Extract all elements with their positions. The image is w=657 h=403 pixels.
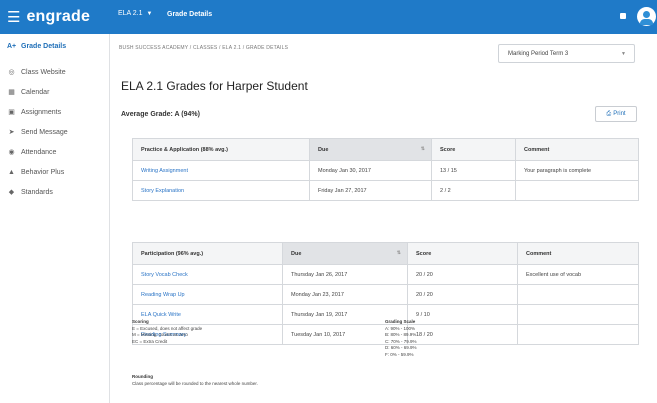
- comment: Your paragraph is complete: [515, 160, 639, 181]
- sidebar-item-class-website[interactable]: ◎ Class Website: [0, 64, 110, 80]
- page-header-title: Grade Details: [167, 11, 213, 18]
- printer-icon: ⎙: [606, 110, 612, 117]
- column-header-due[interactable]: Due ⇅: [309, 138, 432, 161]
- table-header-row: Practice & Application (88% avg.) Due ⇅ S…: [132, 138, 639, 161]
- column-header-score: Score: [431, 138, 516, 161]
- avatar-head: [643, 11, 650, 18]
- comment: [517, 304, 639, 325]
- behavior-icon: ▲: [8, 168, 15, 176]
- marking-period-select[interactable]: Marking Period Term 3 ▼: [498, 44, 635, 63]
- comment: [517, 324, 639, 345]
- score: 20 / 20: [407, 284, 518, 305]
- marking-period-value: Marking Period Term 3: [508, 50, 569, 57]
- chevron-down-icon: ▼: [621, 51, 626, 57]
- rounding-text: Class percentage will be rounded to the …: [132, 380, 258, 386]
- grading-scale-line: B: 80% - 89.9%: [385, 332, 417, 337]
- sidebar-item-label: Calendar: [21, 88, 50, 96]
- sidebar-item-label: Class Website: [21, 68, 66, 76]
- sidebar-item-grade-details[interactable]: A+ Grade Details: [0, 38, 110, 54]
- assignment-link[interactable]: Story Vocab Check: [132, 264, 283, 285]
- standards-icon: ◆: [8, 189, 15, 196]
- page-title: ELA 2.1 Grades for Harper Student: [121, 79, 308, 93]
- column-header-score: Score: [407, 242, 518, 265]
- sidebar-item-assignments[interactable]: ▣ Assignments: [0, 104, 110, 120]
- sidebar-item-standards[interactable]: ◆ Standards: [0, 184, 110, 200]
- column-header-due[interactable]: Due ⇅: [282, 242, 408, 265]
- message-icon[interactable]: [620, 13, 626, 19]
- assignments-icon: ▣: [8, 109, 15, 116]
- assignment-link[interactable]: Story Explanation: [132, 180, 310, 201]
- column-header-comment: Comment: [517, 242, 639, 265]
- breadcrumb[interactable]: BUSH SUCCESS ACADEMY / CLASSES / ELA 2.1…: [119, 45, 288, 51]
- sort-icon[interactable]: ⇅: [421, 146, 425, 152]
- comment: [515, 180, 639, 201]
- attendance-icon: ◉: [8, 149, 15, 156]
- course-selector[interactable]: ELA 2.1 ▼: [118, 10, 152, 17]
- sidebar-item-label: Behavior Plus: [21, 168, 65, 176]
- assignment-link[interactable]: Writing Assignment: [132, 160, 310, 181]
- grading-scale-line: D: 60% - 69.9%: [385, 345, 417, 350]
- column-header-due-label: Due: [318, 146, 329, 153]
- sidebar-item-send-message[interactable]: ➤ Send Message: [0, 124, 110, 140]
- sidebar-item-behavior-plus[interactable]: ▲ Behavior Plus: [0, 164, 110, 180]
- due-date: Friday Jan 27, 2017: [309, 180, 432, 201]
- grading-scale-title: Grading Scale: [385, 319, 416, 324]
- table-row: Writing Assignment Monday Jan 30, 2017 1…: [132, 160, 639, 181]
- sidebar-item-label: Assignments: [21, 108, 62, 116]
- globe-icon: ◎: [8, 69, 15, 76]
- sidebar-item-calendar[interactable]: ▦ Calendar: [0, 84, 110, 100]
- comment: Excellent use of vocab: [517, 264, 639, 285]
- average-grade: Average Grade: A (94%): [121, 111, 200, 118]
- due-date: Monday Jan 23, 2017: [282, 284, 408, 305]
- course-selector-label: ELA 2.1: [118, 10, 143, 17]
- app-logo[interactable]: engrade: [26, 8, 90, 26]
- top-bar: ☰ engrade ELA 2.1 ▼ Grade Details: [0, 0, 657, 34]
- send-icon: ➤: [8, 129, 15, 136]
- chevron-down-icon: ▼: [146, 10, 153, 17]
- sidebar-item-attendance[interactable]: ◉ Attendance: [0, 144, 110, 160]
- assignment-link[interactable]: Reading Wrap Up: [132, 284, 283, 305]
- sidebar-item-label: Standards: [21, 188, 53, 196]
- main-content: BUSH SUCCESS ACADEMY / CLASSES / ELA 2.1…: [110, 34, 657, 403]
- score: 18 / 20: [407, 324, 518, 345]
- avatar-body: [640, 19, 653, 25]
- table-row: Story Explanation Friday Jan 27, 2017 2 …: [132, 180, 639, 201]
- print-button[interactable]: ⎙ Print: [595, 106, 637, 122]
- user-avatar-icon[interactable]: [637, 7, 656, 26]
- sidebar-item-label: Send Message: [21, 128, 68, 136]
- table-row: Reading Wrap Up Monday Jan 23, 2017 20 /…: [132, 284, 639, 305]
- grading-scale-legend: Grading Scale A: 90% - 100% B: 80% - 89.…: [385, 319, 417, 358]
- column-header-category: Participation (96% avg.): [132, 242, 283, 265]
- comment: [517, 284, 639, 305]
- table-row: Story Vocab Check Thursday Jan 26, 2017 …: [132, 264, 639, 285]
- score: 13 / 15: [431, 160, 516, 181]
- score: 20 / 20: [407, 264, 518, 285]
- hamburger-icon[interactable]: ☰: [7, 10, 20, 25]
- sidebar-item-label: Attendance: [21, 148, 57, 156]
- score: 9 / 10: [407, 304, 518, 325]
- sidebar: A+ Grade Details ◎ Class Website ▦ Calen…: [0, 34, 110, 403]
- sidebar-item-label: Grade Details: [21, 42, 67, 50]
- column-header-due-label: Due: [291, 250, 302, 257]
- table-header-row: Participation (96% avg.) Due ⇅ Score Comm…: [132, 242, 639, 265]
- rounding-legend: Rounding Class percentage will be rounde…: [132, 374, 258, 387]
- grade-icon: A+: [7, 42, 17, 50]
- column-header-comment: Comment: [515, 138, 639, 161]
- sort-icon[interactable]: ⇅: [397, 250, 401, 256]
- scoring-line: EC = Extra Credit: [132, 338, 168, 344]
- grading-scale-line: F: 0% - 59.9%: [385, 351, 414, 357]
- logo-area: ☰ engrade: [0, 0, 110, 34]
- print-button-label: Print: [613, 111, 626, 117]
- due-date: Monday Jan 30, 2017: [309, 160, 432, 181]
- practice-application-table: Practice & Application (88% avg.) Due ⇅ S…: [132, 138, 639, 201]
- calendar-icon: ▦: [8, 89, 15, 96]
- due-date: Thursday Jan 26, 2017: [282, 264, 408, 285]
- score: 2 / 2: [431, 180, 516, 201]
- column-header-category: Practice & Application (88% avg.): [132, 138, 310, 161]
- scoring-legend: Scoring E = Excused, does not affect gra…: [132, 319, 202, 345]
